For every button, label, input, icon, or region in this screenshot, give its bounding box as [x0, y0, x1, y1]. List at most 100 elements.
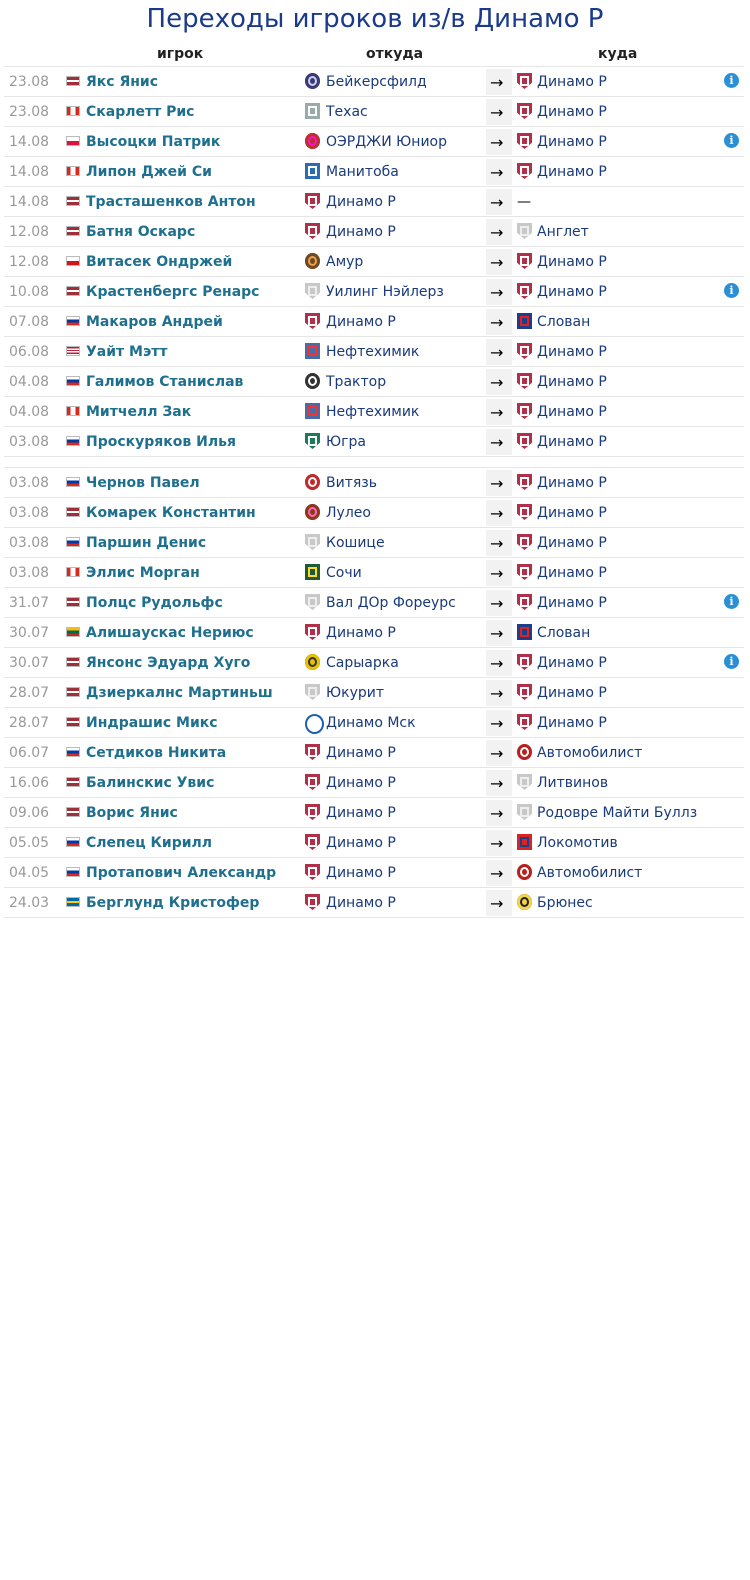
- to-team-link[interactable]: Динамо Р: [537, 344, 607, 360]
- from-team-link[interactable]: Югра: [326, 434, 366, 450]
- table-row: 28.07 Дзиеркалнс Мартиньш Юкурит → Динамо Р: [4, 678, 744, 708]
- player-link[interactable]: Индрашис Микс: [86, 715, 218, 731]
- player-link[interactable]: Комарек Константин: [86, 505, 256, 521]
- transfer-arrow-cell: →: [486, 470, 512, 496]
- from-team-link[interactable]: Лулео: [326, 505, 371, 521]
- from-team-link[interactable]: Динамо Р: [326, 865, 396, 881]
- player-link[interactable]: Траcташенков Антон: [86, 194, 256, 210]
- to-team-link[interactable]: Слован: [537, 314, 590, 330]
- from-team-link[interactable]: Уилинг Нэйлерз: [326, 284, 444, 300]
- from-team-link[interactable]: Динамо Р: [326, 194, 396, 210]
- to-team-link[interactable]: Динамо Р: [537, 74, 607, 90]
- to-team-link[interactable]: Автомобилист: [537, 865, 642, 881]
- player-link[interactable]: Сетдиков Никита: [86, 745, 226, 761]
- to-team-link[interactable]: Слован: [537, 625, 590, 641]
- player-link[interactable]: Высоцки Патрик: [86, 134, 220, 150]
- from-team-link[interactable]: Динамо Р: [326, 745, 396, 761]
- player-link[interactable]: Крастенбергс Ренарс: [86, 284, 259, 300]
- from-team-link[interactable]: Динамо Р: [326, 805, 396, 821]
- from-team-link[interactable]: Кошице: [326, 535, 385, 551]
- to-team-link[interactable]: Англет: [537, 224, 589, 240]
- player-link[interactable]: Эллис Морган: [86, 565, 200, 581]
- player-link[interactable]: Протапович Александр: [86, 865, 276, 881]
- to-team-link[interactable]: Динамо Р: [537, 715, 607, 731]
- player-link[interactable]: Полцс Рудольфс: [86, 595, 223, 611]
- from-team-link[interactable]: Манитоба: [326, 164, 399, 180]
- from-team-link[interactable]: Юкурит: [326, 685, 384, 701]
- junior-logo-icon: [305, 133, 320, 149]
- arrow-right-icon: →: [490, 283, 504, 302]
- player-link[interactable]: Макаров Андрей: [86, 314, 223, 330]
- player-link[interactable]: Берглунд Кристофер: [86, 895, 259, 911]
- player-link[interactable]: Якс Янис: [86, 74, 158, 90]
- from-team-link[interactable]: Динамо Р: [326, 224, 396, 240]
- from-team-link[interactable]: Нефтехимик: [326, 344, 419, 360]
- player-link[interactable]: Балинскис Увис: [86, 775, 214, 791]
- from-team-link[interactable]: Динамо Р: [326, 835, 396, 851]
- to-team-link[interactable]: Динамо Р: [537, 505, 607, 521]
- from-team-link[interactable]: Динамо Р: [326, 625, 396, 641]
- to-team-link[interactable]: Динамо Р: [537, 475, 607, 491]
- to-team-link[interactable]: Локомотив: [537, 835, 618, 851]
- from-team-link[interactable]: Динамо Р: [326, 895, 396, 911]
- to-team-link[interactable]: Динамо Р: [537, 134, 607, 150]
- to-team-link[interactable]: Динамо Р: [537, 104, 607, 120]
- from-team-link[interactable]: Динамо Мск: [326, 715, 416, 731]
- from-team-link[interactable]: Динамо Р: [326, 314, 396, 330]
- transfer-date: 30.07: [9, 625, 50, 641]
- info-icon[interactable]: i: [724, 283, 739, 298]
- player-link[interactable]: Паршин Денис: [86, 535, 206, 551]
- from-team-link[interactable]: Бейкерсфилд: [326, 74, 427, 90]
- player-link[interactable]: Янсонс Эдуард Хуго: [86, 655, 250, 671]
- player-link[interactable]: Липон Джей Си: [86, 164, 212, 180]
- from-team-link[interactable]: Техас: [326, 104, 368, 120]
- player-link[interactable]: Митчелл Зак: [86, 404, 191, 420]
- to-team-link[interactable]: Динамо Р: [537, 254, 607, 270]
- transfer-arrow-cell: →: [486, 99, 512, 125]
- to-team-link[interactable]: Автомобилист: [537, 745, 642, 761]
- player-link[interactable]: Проскуряков Илья: [86, 434, 236, 450]
- to-team-link[interactable]: Динамо Р: [537, 284, 607, 300]
- from-team-link[interactable]: ОЭРДЖИ Юниор: [326, 134, 447, 150]
- to-team-link[interactable]: Динамо Р: [537, 535, 607, 551]
- from-team-link[interactable]: Сарыарка: [326, 655, 399, 671]
- from-team-link[interactable]: Динамо Р: [326, 775, 396, 791]
- to-team-link[interactable]: Родовре Майти Буллз: [537, 805, 697, 821]
- to-team-link[interactable]: Динамо Р: [537, 655, 607, 671]
- to-team-link[interactable]: Динамо Р: [537, 434, 607, 450]
- from-team-link[interactable]: Нефтехимик: [326, 404, 419, 420]
- to-team-link[interactable]: Динамо Р: [537, 374, 607, 390]
- from-team-link[interactable]: Трактор: [326, 374, 386, 390]
- player-link[interactable]: Дзиеркалнс Мартиньш: [86, 685, 273, 701]
- info-icon[interactable]: i: [724, 133, 739, 148]
- to-team-none: —: [517, 194, 531, 210]
- table-row: 16.06 Балинскис Увис Динамо Р → Литвинов: [4, 768, 744, 798]
- transfer-date: 23.08: [9, 74, 50, 90]
- player-link[interactable]: Батня Оскарс: [86, 224, 195, 240]
- player-link[interactable]: Витасек Ондржей: [86, 254, 232, 270]
- to-team-link[interactable]: Динамо Р: [537, 595, 607, 611]
- to-team-link[interactable]: Динамо Р: [537, 685, 607, 701]
- to-team-link[interactable]: Литвинов: [537, 775, 608, 791]
- table-row: 14.08 Липон Джей Си Манитоба → Динамо Р: [4, 157, 744, 187]
- player-link[interactable]: Галимов Станислав: [86, 374, 243, 390]
- to-team-link[interactable]: Динамо Р: [537, 164, 607, 180]
- from-team-link[interactable]: Вал ДОр Фореурс: [326, 595, 456, 611]
- info-icon[interactable]: i: [724, 654, 739, 669]
- player-link[interactable]: Слепец Кирилл: [86, 835, 212, 851]
- player-link[interactable]: Уайт Мэтт: [86, 344, 168, 360]
- info-icon[interactable]: i: [724, 594, 739, 609]
- dinamo-riga-logo-icon: [517, 403, 532, 419]
- player-link[interactable]: Ворис Янис: [86, 805, 178, 821]
- player-link[interactable]: Алишаускас Нериюс: [86, 625, 254, 641]
- to-team-link[interactable]: Динамо Р: [537, 404, 607, 420]
- to-team-link[interactable]: Динамо Р: [537, 565, 607, 581]
- player-link[interactable]: Чернов Павел: [86, 475, 200, 491]
- from-team-link[interactable]: Сочи: [326, 565, 362, 581]
- dinamo-riga-logo-icon: [305, 804, 320, 820]
- from-team-link[interactable]: Амур: [326, 254, 363, 270]
- to-team-link[interactable]: Брюнес: [537, 895, 593, 911]
- info-icon[interactable]: i: [724, 73, 739, 88]
- player-link[interactable]: Скарлетт Рис: [86, 104, 194, 120]
- from-team-link[interactable]: Витязь: [326, 475, 377, 491]
